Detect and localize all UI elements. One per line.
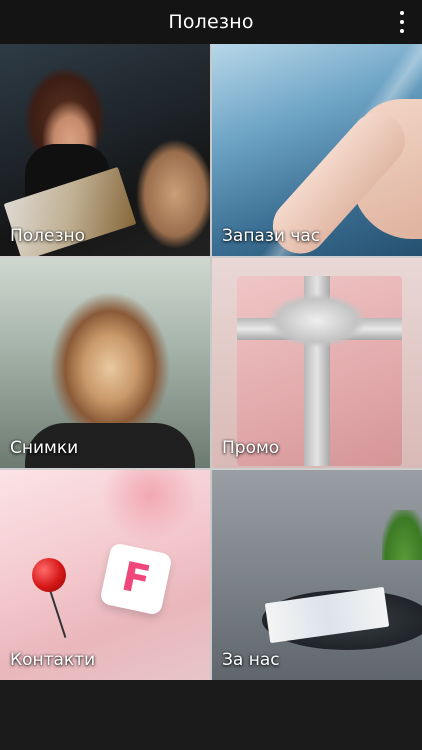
tile-label: Промо <box>222 438 280 458</box>
tile-label: Снимки <box>10 438 79 458</box>
gift-box-image <box>212 258 422 468</box>
app-header: Полезно <box>0 0 422 44</box>
tile-useful[interactable]: Полезно <box>0 44 211 256</box>
menu-dot <box>400 11 404 15</box>
bottom-area <box>0 680 422 750</box>
foursquare-logo-icon: F <box>99 542 173 616</box>
tile-about[interactable]: За нас <box>211 468 422 680</box>
hairdresser-image <box>0 44 210 256</box>
app-screen: Полезно Полезно Запази час Снимки Промо … <box>0 0 422 750</box>
tile-booking[interactable]: Запази час <box>211 44 422 256</box>
more-vert-icon[interactable] <box>394 10 410 34</box>
curly-hair-image <box>0 258 210 468</box>
foursquare-letter: F <box>117 553 155 605</box>
map-pin-icon <box>32 558 66 592</box>
tile-contacts[interactable]: F Контакти <box>0 468 211 680</box>
tile-label: За нас <box>222 650 280 670</box>
touch-hand-image <box>212 44 422 256</box>
tile-grid: Полезно Запази час Снимки Промо F Контак… <box>0 44 422 680</box>
tile-photos[interactable]: Снимки <box>0 256 211 468</box>
pin-needle <box>49 589 67 638</box>
map-pins-image: F <box>0 470 210 680</box>
page-title: Полезно <box>168 11 254 33</box>
tile-label: Контакти <box>10 650 96 670</box>
plant-shape <box>382 510 422 560</box>
tile-label: Полезно <box>10 226 86 246</box>
ribbon-bow <box>267 293 367 348</box>
menu-dot <box>400 20 404 24</box>
menu-dot <box>400 29 404 33</box>
tile-promo[interactable]: Промо <box>211 256 422 468</box>
salon-interior-image <box>212 470 422 680</box>
tile-label: Запази час <box>222 226 321 246</box>
